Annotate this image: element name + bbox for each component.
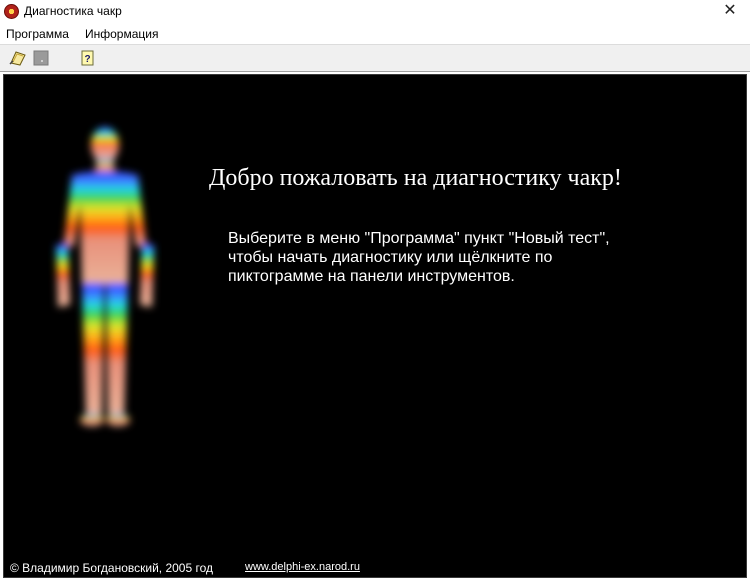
toolbar: ? (0, 44, 750, 72)
new-test-icon (9, 51, 26, 66)
copyright-text: © Владимир Богдановский, 2005 год (10, 561, 214, 575)
help-icon: ? (81, 50, 94, 66)
aura-body-image (56, 127, 154, 426)
instructions-line: чтобы начать диагностику или щёлкните по (228, 249, 553, 266)
menu-bar: Программа Информация (0, 24, 750, 44)
title-bar: Диагностика чакр ✕ (0, 0, 750, 24)
help-button[interactable]: ? (78, 49, 98, 67)
window-title: Диагностика чакр (24, 4, 122, 18)
instructions-text: Выберите в меню "Программа" пункт "Новый… (228, 229, 688, 286)
stop-button[interactable] (32, 49, 52, 67)
website-link[interactable]: www.delphi-ex.narod.ru (245, 561, 360, 573)
app-icon (4, 4, 19, 19)
menu-info[interactable]: Информация (85, 27, 158, 41)
welcome-heading: Добро пожаловать на диагностику чакр! (209, 165, 622, 191)
svg-text:?: ? (84, 54, 90, 65)
instructions-line: пиктограмме на панели инструментов. (228, 268, 515, 285)
menu-program[interactable]: Программа (6, 27, 69, 41)
close-button[interactable]: ✕ (710, 0, 750, 24)
main-panel: Добро пожаловать на диагностику чакр! Вы… (3, 74, 747, 578)
new-test-button[interactable] (8, 49, 28, 67)
instructions-line: Выберите в меню "Программа" пункт "Новый… (228, 230, 610, 247)
stop-icon (33, 50, 49, 66)
